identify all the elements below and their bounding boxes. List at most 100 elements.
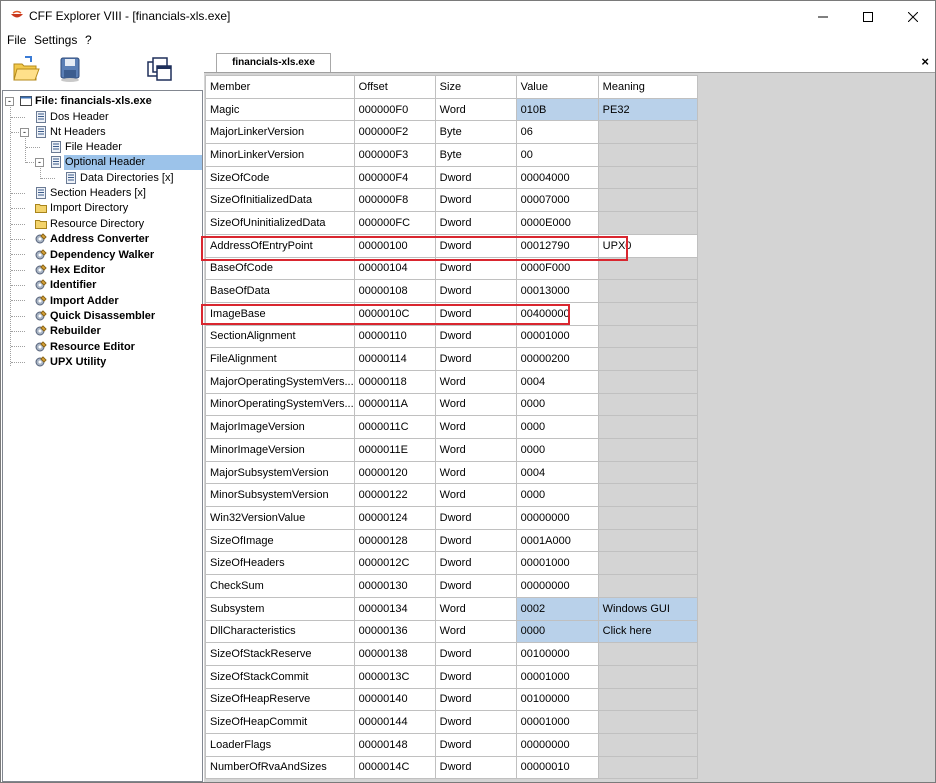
table-row[interactable]: MinorImageVersion 0000011E Word 0000 (205, 438, 698, 462)
value-cell[interactable]: 0004 (515, 369, 599, 394)
table-row[interactable]: SectionAlignment 00000110 Dword 00001000 (205, 324, 698, 349)
table-row[interactable]: SizeOfHeapCommit 00000144 Dword 00001000 (205, 710, 698, 734)
value-cell[interactable]: 00013000 (515, 279, 599, 303)
value-cell[interactable]: 00000000 (515, 732, 599, 757)
table-row[interactable]: DllCharacteristics 00000136 Word 0000 Click … (205, 619, 698, 644)
table-row[interactable]: SizeOfUninitializedData 000000FC Dword 0000… (205, 211, 698, 235)
value-cell[interactable]: 00001000 (515, 551, 599, 576)
value-cell[interactable]: 0004 (515, 460, 599, 485)
table-row[interactable]: Magic 000000F0 Word 010B PE32 (205, 97, 698, 122)
value-cell[interactable]: 0002 (515, 596, 599, 621)
column-header-offset[interactable]: Offset (353, 75, 436, 99)
table-row[interactable]: SizeOfHeapReserve 00000140 Dword 00100000 (205, 687, 698, 712)
value-cell[interactable]: 00000000 (515, 506, 599, 530)
table-row[interactable]: Subsystem 00000134 Word 0002 Windows GUI (205, 596, 698, 621)
value-cell[interactable]: 00 (515, 143, 599, 167)
offset-cell: 00000110 (353, 324, 436, 349)
tree-item-label: Dependency Walker (50, 249, 155, 261)
table-row[interactable]: BaseOfData 00000108 Dword 00013000 (205, 279, 698, 303)
tree-collapse-toggle[interactable]: - (20, 128, 29, 137)
value-cell[interactable]: 010B (515, 97, 599, 122)
value-cell[interactable]: 06 (515, 120, 599, 145)
size-cell: Word (434, 97, 517, 122)
tree-item-hex-editor[interactable]: Hex Editor (3, 263, 202, 278)
table-row[interactable]: MajorSubsystemVersion 00000120 Word 0004 (205, 460, 698, 485)
value-cell[interactable]: 00000000 (515, 574, 599, 598)
menu-settings[interactable]: Settings (34, 33, 77, 47)
close-window-button[interactable] (890, 1, 935, 32)
tree-item-resource-directory[interactable]: Resource Directory (3, 217, 202, 232)
open-file-button[interactable] (11, 54, 41, 84)
table-row[interactable]: CheckSum 00000130 Dword 00000000 (205, 574, 698, 598)
value-cell[interactable]: 00004000 (515, 165, 599, 190)
tree-item-data-directories-x[interactable]: Data Directories [x] (3, 171, 202, 186)
menu-help[interactable]: ? (85, 33, 92, 47)
table-row[interactable]: SizeOfHeaders 0000012C Dword 00001000 (205, 551, 698, 576)
table-row[interactable]: MinorLinkerVersion 000000F3 Byte 00 (205, 143, 698, 167)
tab-financials-xls[interactable]: financials-xls.exe (216, 53, 331, 73)
tree-item-section-headers-x[interactable]: Section Headers [x] (3, 186, 202, 201)
maximize-button[interactable] (845, 1, 890, 32)
column-header-value[interactable]: Value (515, 75, 599, 99)
value-cell[interactable]: 0000E000 (515, 211, 599, 235)
value-cell[interactable]: 00001000 (515, 710, 599, 734)
tree-item-dependency-walker[interactable]: Dependency Walker (3, 248, 202, 263)
minimize-button[interactable] (800, 1, 845, 32)
table-row[interactable]: FileAlignment 00000114 Dword 00000200 (205, 347, 698, 371)
table-row[interactable]: LoaderFlags 00000148 Dword 00000000 (205, 732, 698, 757)
value-cell[interactable]: 00100000 (515, 642, 599, 666)
app-logo-icon (11, 10, 23, 18)
table-row[interactable]: Win32VersionValue 00000124 Dword 00000000 (205, 506, 698, 530)
tree-item-address-converter[interactable]: Address Converter (3, 232, 202, 247)
value-cell[interactable]: 0000 (515, 438, 599, 462)
member-cell: MinorSubsystemVersion (205, 483, 355, 508)
column-header-meaning[interactable]: Meaning (597, 75, 698, 99)
value-cell[interactable]: 00001000 (515, 324, 599, 349)
offset-cell: 0000013C (353, 664, 436, 689)
tree-item-import-directory[interactable]: Import Directory (3, 201, 202, 216)
value-cell[interactable]: 0001A000 (515, 528, 599, 553)
tree-item-optional-header[interactable]: - Optional Header (3, 155, 202, 170)
tree-item-dos-header[interactable]: Dos Header (3, 110, 202, 125)
save-file-button[interactable] (55, 54, 85, 84)
value-cell[interactable]: 00007000 (515, 188, 599, 213)
value-cell[interactable]: 00000010 (515, 755, 599, 780)
value-cell[interactable]: 00000200 (515, 347, 599, 371)
size-cell: Byte (434, 143, 517, 167)
value-cell[interactable]: 00001000 (515, 664, 599, 689)
tree-item-resource-editor[interactable]: Resource Editor (3, 340, 202, 355)
table-row[interactable]: SizeOfCode 000000F4 Dword 00004000 (205, 165, 698, 190)
column-header-member[interactable]: Member (205, 75, 355, 99)
tree-item-quick-disassembler[interactable]: Quick Disassembler (3, 309, 202, 324)
tree-collapse-toggle[interactable]: - (5, 97, 14, 106)
tree-item-file-financials-xls-exe[interactable]: - File: financials-xls.exe (3, 94, 202, 109)
value-cell[interactable]: 0000 (515, 483, 599, 508)
tree-item-identifier[interactable]: Identifier (3, 278, 202, 293)
value-cell[interactable]: 0000 (515, 619, 599, 644)
close-tab-button[interactable]: × (921, 54, 929, 69)
tree-item-nt-headers[interactable]: - Nt Headers (3, 125, 202, 140)
table-row[interactable]: MajorLinkerVersion 000000F2 Byte 06 (205, 120, 698, 145)
tree-item-file-header[interactable]: File Header (3, 140, 202, 155)
table-row[interactable]: SizeOfStackCommit 0000013C Dword 00001000 (205, 664, 698, 689)
value-cell[interactable]: 0000 (515, 415, 599, 439)
table-row[interactable]: MajorOperatingSystemVers... 00000118 Word 0… (205, 369, 698, 394)
table-row[interactable]: SizeOfStackReserve 00000138 Dword 00100000 (205, 642, 698, 666)
table-row[interactable]: MinorSubsystemVersion 00000122 Word 0000 (205, 483, 698, 508)
value-cell[interactable]: 0000 (515, 392, 599, 417)
meaning-cell (597, 392, 698, 417)
table-row[interactable]: MinorOperatingSystemVers... 0000011A Word 0… (205, 392, 698, 417)
table-row[interactable]: SizeOfInitializedData 000000F8 Dword 000070… (205, 188, 698, 213)
table-row[interactable]: NumberOfRvaAndSizes 0000014C Dword 00000010 (205, 755, 698, 780)
tree-collapse-toggle[interactable]: - (35, 158, 44, 167)
tree-item-rebuilder[interactable]: Rebuilder (3, 324, 202, 339)
tree-item-upx-utility[interactable]: UPX Utility (3, 355, 202, 370)
windows-button[interactable] (144, 54, 174, 84)
value-cell[interactable]: 00100000 (515, 687, 599, 712)
menu-file[interactable]: File (7, 33, 26, 47)
tree-item-import-adder[interactable]: Import Adder (3, 294, 202, 309)
table-row[interactable]: SizeOfImage 00000128 Dword 0001A000 (205, 528, 698, 553)
table-row[interactable]: MajorImageVersion 0000011C Word 0000 (205, 415, 698, 439)
column-header-size[interactable]: Size (434, 75, 517, 99)
offset-cell: 00000128 (353, 528, 436, 553)
